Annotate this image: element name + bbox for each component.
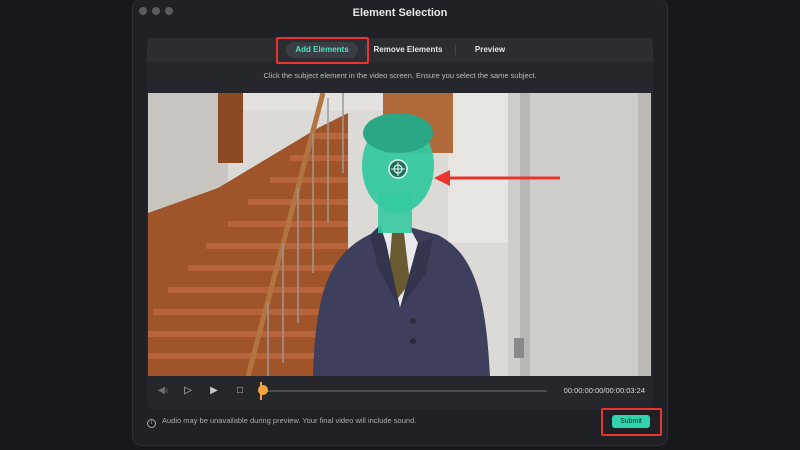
tab-divider [455, 45, 456, 55]
crosshair-target-icon[interactable] [388, 159, 408, 179]
window-title: Element Selection [352, 7, 448, 19]
video-frame [148, 93, 651, 376]
timecode: 00:00:00:00/00:00:03:24 [563, 386, 645, 395]
video-canvas[interactable] [148, 93, 651, 376]
info-icon: i [147, 419, 156, 428]
audio-note: i Audio may be unavailable during preview… [147, 416, 416, 428]
tab-remove-elements[interactable]: Remove Elements [369, 42, 447, 58]
timeline-track[interactable] [262, 390, 547, 392]
element-selection-window: Element Selection Add Elements Remove El… [133, 0, 667, 445]
add-elements-highlight [276, 37, 369, 64]
play-icon[interactable]: ▶ [208, 385, 220, 397]
playhead-handle[interactable] [258, 385, 268, 395]
step-forward-icon[interactable]: ▷ [182, 385, 194, 397]
mode-tabs: Add Elements Remove Elements Preview [147, 38, 653, 62]
instruction-text: Click the subject element in the video s… [263, 71, 537, 80]
tab-preview[interactable]: Preview [462, 42, 518, 58]
player-controls: ◀‹ ▷ ▶ □ 00:00:00:00/00:00:03:24 [147, 380, 653, 402]
previous-frame-icon[interactable]: ◀‹ [157, 385, 169, 397]
stop-icon[interactable]: □ [234, 385, 246, 397]
audio-note-text: Audio may be unavailable during preview.… [162, 416, 417, 425]
selection-panel: Add Elements Remove Elements Preview Cli… [147, 37, 653, 409]
submit-highlight [601, 408, 662, 436]
title-bar: Element Selection [133, 0, 667, 26]
